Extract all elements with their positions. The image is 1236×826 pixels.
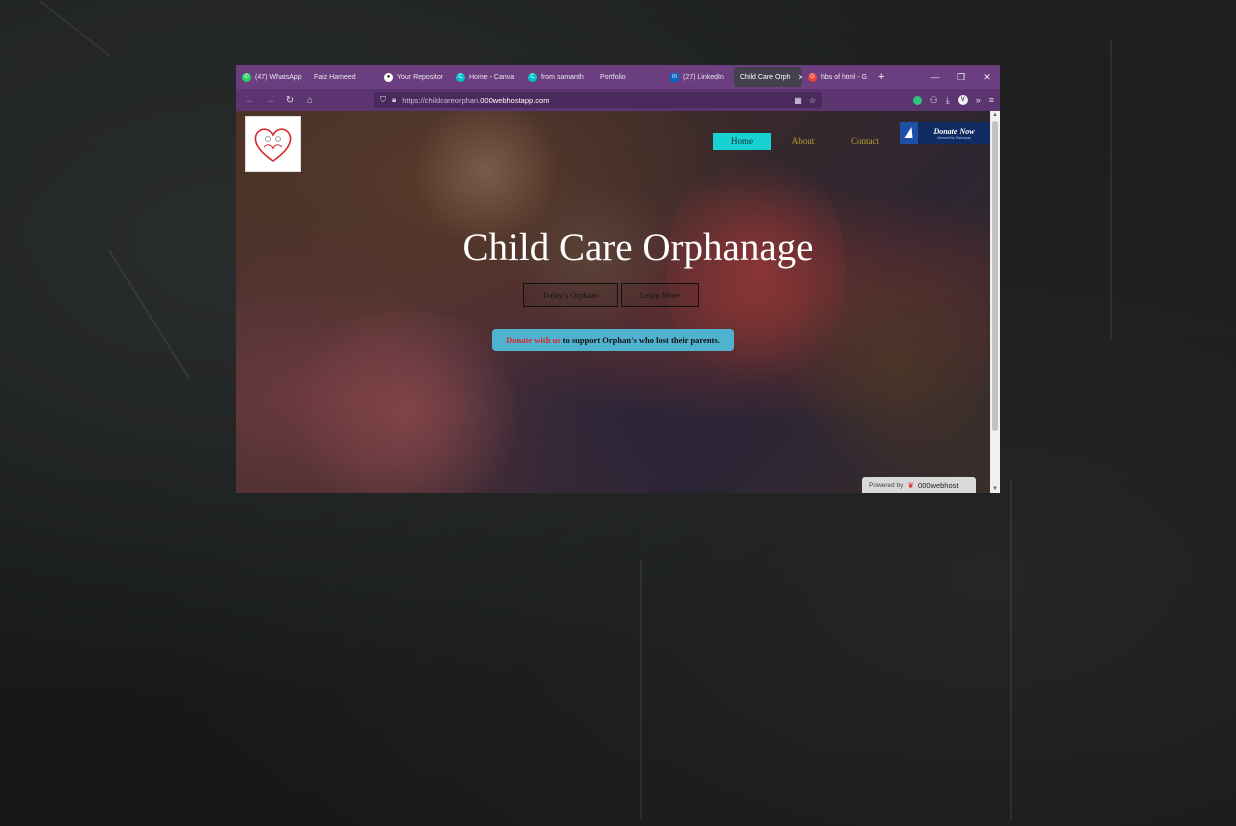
background-crease	[1110, 40, 1112, 340]
donation-banner: Donate with us to support Orphan's who l…	[492, 329, 734, 351]
scroll-down-arrow-icon[interactable]: ▼	[990, 486, 1000, 492]
toolbar-extensions: ⚇ ⤓ V » ≡	[912, 89, 994, 111]
minimize-icon[interactable]: —	[922, 72, 948, 83]
tab-label: hbs of html - G	[821, 73, 867, 81]
nav-contact[interactable]: Contact	[835, 133, 895, 150]
new-tab-plus-icon[interactable]: +	[868, 71, 894, 83]
tab-label: (47) WhatsApp	[255, 73, 302, 81]
tab-label: (27) LinkedIn	[683, 73, 724, 81]
shield-icon[interactable]: ⛉	[380, 95, 386, 105]
tab-label: Child Care Orph	[740, 73, 791, 81]
tab-label: from samanth	[541, 73, 584, 81]
background-crease	[38, 0, 111, 57]
whatsapp-icon: ✆	[242, 72, 251, 82]
tab-portfolio[interactable]: Portfolio	[592, 67, 664, 87]
restore-icon[interactable]: ❐	[948, 72, 974, 83]
tab-label: Your Repositor	[397, 73, 444, 81]
tab-canva-samantha[interactable]: C from samanth	[522, 67, 592, 87]
nav-home[interactable]: Home	[713, 133, 771, 150]
donate-title: Donate Now	[933, 126, 975, 136]
donate-now-button[interactable]: Donate Now Secured by Razorpay	[900, 122, 990, 144]
tab-label: Portfolio	[600, 73, 626, 81]
razorpay-icon	[900, 122, 918, 144]
tab-canva-home[interactable]: C Home - Canva	[450, 67, 522, 87]
tab-child-care-active[interactable]: Child Care Orph ✕	[734, 67, 802, 87]
hero-title: Child Care Orphanage	[462, 226, 814, 269]
menu-hamburger-icon[interactable]: ≡	[989, 95, 994, 105]
background-crease	[1010, 480, 1012, 820]
canva-icon: C	[456, 72, 465, 82]
page-scrollbar[interactable]: ▲ ▼	[990, 111, 1000, 493]
tab-google[interactable]: G hbs of html - G	[802, 67, 868, 87]
qr-code-icon[interactable]: ▦	[794, 96, 802, 105]
reload-icon[interactable]: ↻	[280, 95, 300, 106]
google-icon: G	[808, 72, 817, 82]
browser-window: ✆ (47) WhatsApp Faiz Hameed ● Your Repos…	[236, 65, 1000, 493]
forward-arrow-icon[interactable]: →	[260, 95, 280, 106]
tab-bar: ✆ (47) WhatsApp Faiz Hameed ● Your Repos…	[236, 65, 1000, 89]
address-bar[interactable]: ⛉ 🔒︎ https://childcareorphan.000webhosta…	[374, 92, 822, 108]
webhost-logo-icon: ❦	[907, 480, 915, 490]
lock-icon[interactable]: 🔒︎	[392, 95, 396, 105]
banner-text: to support Orphan's who lost their paren…	[560, 335, 720, 345]
heart-hands-logo-icon	[254, 128, 292, 162]
url-domain: 000webhostapp.com	[480, 95, 550, 105]
photo-shape	[796, 231, 996, 491]
todays-orphans-button[interactable]: Today's Orphans	[523, 283, 618, 307]
home-icon[interactable]: ⌂	[300, 95, 320, 106]
extension-green-icon[interactable]	[912, 95, 922, 105]
linkedin-icon: in	[670, 72, 679, 82]
donate-text: Donate Now Secured by Razorpay	[918, 127, 990, 140]
url-text[interactable]: https://childcareorphan.000webhostapp.co…	[402, 96, 549, 105]
back-arrow-icon[interactable]: ←	[240, 95, 260, 106]
background-crease	[640, 560, 642, 820]
url-prefix: https://childcareorphan.	[402, 95, 481, 105]
donate-subtitle: Secured by Razorpay	[937, 135, 971, 140]
site-navigation: Home About Contact	[713, 133, 895, 150]
extension-v-icon[interactable]: V	[957, 95, 968, 105]
powered-brand: 000webhost	[918, 480, 959, 490]
window-controls: — ❐ ✕	[922, 72, 1000, 83]
account-icon[interactable]: ⚇	[930, 95, 938, 106]
page-viewport: Home About Contact Donate Now Secured by…	[236, 111, 1000, 493]
scroll-up-arrow-icon[interactable]: ▲	[990, 112, 1000, 118]
tab-github[interactable]: ● Your Repositor	[378, 67, 450, 87]
learn-more-button[interactable]: Learn More	[621, 283, 699, 307]
canva-icon: C	[528, 72, 537, 82]
address-bar-actions: ▦ ☆	[794, 96, 816, 105]
tab-label: Faiz Hameed	[314, 73, 356, 81]
scrollbar-thumb[interactable]	[992, 121, 998, 431]
close-window-icon[interactable]: ✕	[974, 72, 1000, 83]
navigation-toolbar: ← → ↻ ⌂ ⛉ 🔒︎ https://childcareorphan.000…	[236, 89, 1000, 111]
powered-label: Powered by	[869, 481, 904, 489]
tab-linkedin[interactable]: in (27) LinkedIn	[664, 67, 734, 87]
banner-highlight[interactable]: Donate with us	[506, 335, 560, 345]
bookmark-star-icon[interactable]: ☆	[809, 96, 816, 105]
powered-by-badge[interactable]: Powered by ❦ 000webhost	[862, 477, 976, 493]
orphanage-logo[interactable]	[245, 116, 301, 172]
tab-faiz-hameed[interactable]: Faiz Hameed	[306, 67, 378, 87]
nav-about[interactable]: About	[771, 133, 835, 150]
background-crease	[108, 250, 190, 379]
github-icon: ●	[384, 72, 393, 82]
overflow-chevron-icon[interactable]: »	[976, 95, 981, 105]
download-icon[interactable]: ⤓	[946, 95, 950, 106]
tab-whatsapp[interactable]: ✆ (47) WhatsApp	[236, 67, 306, 87]
tab-label: Home - Canva	[469, 73, 515, 81]
